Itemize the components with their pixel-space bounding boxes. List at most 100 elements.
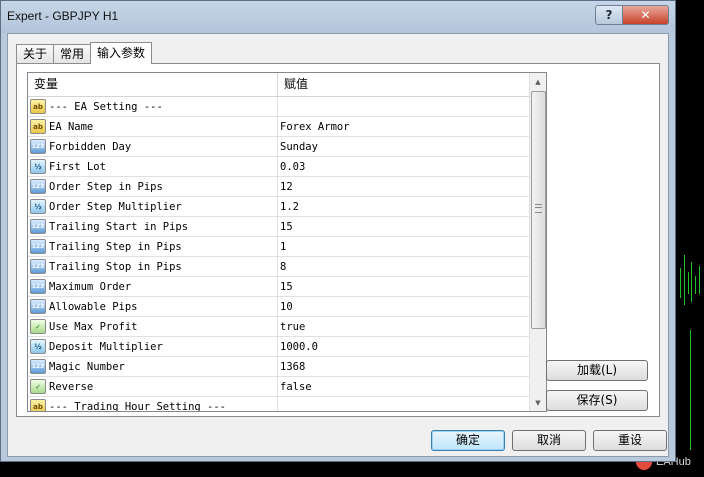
table-row[interactable]: 123 Allowable Pips 10 xyxy=(28,297,530,317)
table-row[interactable]: 123 Maximum Order 15 xyxy=(28,277,530,297)
value-cell[interactable] xyxy=(278,397,530,411)
parameter-value: 10 xyxy=(280,300,293,313)
parameter-value: 1 xyxy=(280,240,287,253)
parameter-value: false xyxy=(280,380,312,393)
window-title: Expert - GBPJPY H1 xyxy=(7,9,119,23)
value-cell[interactable]: true xyxy=(278,317,530,336)
chart-candle xyxy=(684,255,685,305)
variable-cell[interactable]: 123 Maximum Order xyxy=(28,277,278,296)
variable-cell[interactable]: 123 Trailing Start in Pips xyxy=(28,217,278,236)
value-cell[interactable]: 15 xyxy=(278,217,530,236)
chart-candle xyxy=(688,272,689,294)
variable-cell[interactable]: ✓ Use Max Profit xyxy=(28,317,278,336)
tab-about[interactable]: 关于 xyxy=(16,44,55,64)
close-button[interactable]: ✕ xyxy=(623,5,669,25)
variable-cell[interactable]: ½ Order Step Multiplier xyxy=(28,197,278,216)
variable-name: --- EA Setting --- xyxy=(49,100,163,113)
string-icon: ab xyxy=(30,99,46,114)
value-cell[interactable]: 10 xyxy=(278,297,530,316)
table-row[interactable]: 123 Trailing Step in Pips 1 xyxy=(28,237,530,257)
parameter-value: 1000.0 xyxy=(280,340,318,353)
chart-candle xyxy=(691,262,692,302)
table-row[interactable]: ab --- EA Setting --- xyxy=(28,97,530,117)
parameter-grid: 变量 赋值 ab --- EA Setting --- ab EA Name Forex… xyxy=(27,72,547,412)
chart-candle xyxy=(699,266,700,294)
chart-candle xyxy=(680,268,681,298)
tab-inputs[interactable]: 输入参数 xyxy=(90,42,153,64)
integer-icon: 123 xyxy=(30,259,46,274)
table-row[interactable]: ½ First Lot 0.03 xyxy=(28,157,530,177)
table-row[interactable]: ab EA Name Forex Armor xyxy=(28,117,530,137)
variable-cell[interactable]: 123 Trailing Step in Pips xyxy=(28,237,278,256)
table-row[interactable]: ✓ Reverse false xyxy=(28,377,530,397)
title-bar[interactable]: Expert - GBPJPY H1 ? ✕ xyxy=(1,1,675,33)
grid-header: 变量 赋值 xyxy=(28,73,530,97)
value-cell[interactable]: 1.2 xyxy=(278,197,530,216)
value-cell[interactable]: 12 xyxy=(278,177,530,196)
scroll-down-arrow-icon[interactable]: ▼ xyxy=(530,394,546,411)
variable-cell[interactable]: 123 Order Step in Pips xyxy=(28,177,278,196)
load-button[interactable]: 加载(L) xyxy=(546,360,648,381)
chart-candle xyxy=(690,330,691,450)
variable-cell[interactable]: 123 Forbidden Day xyxy=(28,137,278,156)
parameter-value: 0.03 xyxy=(280,160,306,173)
save-button[interactable]: 保存(S) xyxy=(546,390,648,411)
column-header-variable[interactable]: 变量 xyxy=(28,73,278,96)
variable-cell[interactable]: ab EA Name xyxy=(28,117,278,136)
expert-dialog: Expert - GBPJPY H1 ? ✕ 关于 常用 输入参数 变量 赋值 … xyxy=(0,0,676,462)
value-cell[interactable]: 1368 xyxy=(278,357,530,376)
variable-cell[interactable]: ✓ Reverse xyxy=(28,377,278,396)
table-row[interactable]: 123 Trailing Stop in Pips 8 xyxy=(28,257,530,277)
cancel-button[interactable]: 取消 xyxy=(512,430,586,451)
parameter-value: true xyxy=(280,320,306,333)
value-cell[interactable]: 1000.0 xyxy=(278,337,530,356)
parameter-value: 15 xyxy=(280,280,293,293)
scroll-up-arrow-icon[interactable]: ▲ xyxy=(530,73,546,90)
value-cell[interactable]: Sunday xyxy=(278,137,530,156)
reset-button[interactable]: 重设 xyxy=(593,430,667,451)
parameter-value: Forex Armor xyxy=(280,120,350,133)
value-cell[interactable]: 8 xyxy=(278,257,530,276)
parameter-value: 8 xyxy=(280,260,287,273)
parameter-value: 15 xyxy=(280,220,293,233)
variable-cell[interactable]: 123 Trailing Stop in Pips xyxy=(28,257,278,276)
chart-candle xyxy=(695,276,696,294)
variable-cell[interactable]: ½ First Lot xyxy=(28,157,278,176)
help-button[interactable]: ? xyxy=(595,5,623,25)
double-icon: ½ xyxy=(30,159,46,174)
table-row[interactable]: 123 Forbidden Day Sunday xyxy=(28,137,530,157)
variable-cell[interactable]: 123 Magic Number xyxy=(28,357,278,376)
variable-cell[interactable]: ab --- Trading Hour Setting --- xyxy=(28,397,278,411)
value-cell[interactable]: 0.03 xyxy=(278,157,530,176)
value-cell[interactable]: Forex Armor xyxy=(278,117,530,136)
table-row[interactable]: 123 Magic Number 1368 xyxy=(28,357,530,377)
table-row[interactable]: ½ Order Step Multiplier 1.2 xyxy=(28,197,530,217)
parameter-value: 12 xyxy=(280,180,293,193)
column-header-value[interactable]: 赋值 xyxy=(278,73,530,96)
variable-cell[interactable]: ab --- EA Setting --- xyxy=(28,97,278,116)
table-row[interactable]: ½ Deposit Multiplier 1000.0 xyxy=(28,337,530,357)
variable-name: Trailing Stop in Pips xyxy=(49,260,182,273)
variable-cell[interactable]: 123 Allowable Pips xyxy=(28,297,278,316)
dialog-client-area: 关于 常用 输入参数 变量 赋值 ab --- EA Setting --- ab E… xyxy=(7,33,669,457)
variable-name: Trailing Step in Pips xyxy=(49,240,182,253)
ok-button[interactable]: 确定 xyxy=(431,430,505,451)
integer-icon: 123 xyxy=(30,219,46,234)
table-row[interactable]: 123 Order Step in Pips 12 xyxy=(28,177,530,197)
value-cell[interactable]: false xyxy=(278,377,530,396)
variable-name: Order Step in Pips xyxy=(49,180,163,193)
variable-cell[interactable]: ½ Deposit Multiplier xyxy=(28,337,278,356)
value-cell[interactable]: 1 xyxy=(278,237,530,256)
scrollbar-thumb[interactable] xyxy=(531,91,546,329)
value-cell[interactable]: 15 xyxy=(278,277,530,296)
vertical-scrollbar[interactable]: ▲ ▼ xyxy=(529,73,546,411)
table-row[interactable]: 123 Trailing Start in Pips 15 xyxy=(28,217,530,237)
table-row[interactable]: ab --- Trading Hour Setting --- xyxy=(28,397,530,411)
tab-common[interactable]: 常用 xyxy=(53,44,92,64)
table-row[interactable]: ✓ Use Max Profit true xyxy=(28,317,530,337)
grip-icon xyxy=(535,204,542,213)
variable-name: Order Step Multiplier xyxy=(49,200,182,213)
integer-icon: 123 xyxy=(30,299,46,314)
integer-icon: 123 xyxy=(30,279,46,294)
value-cell[interactable] xyxy=(278,97,530,116)
